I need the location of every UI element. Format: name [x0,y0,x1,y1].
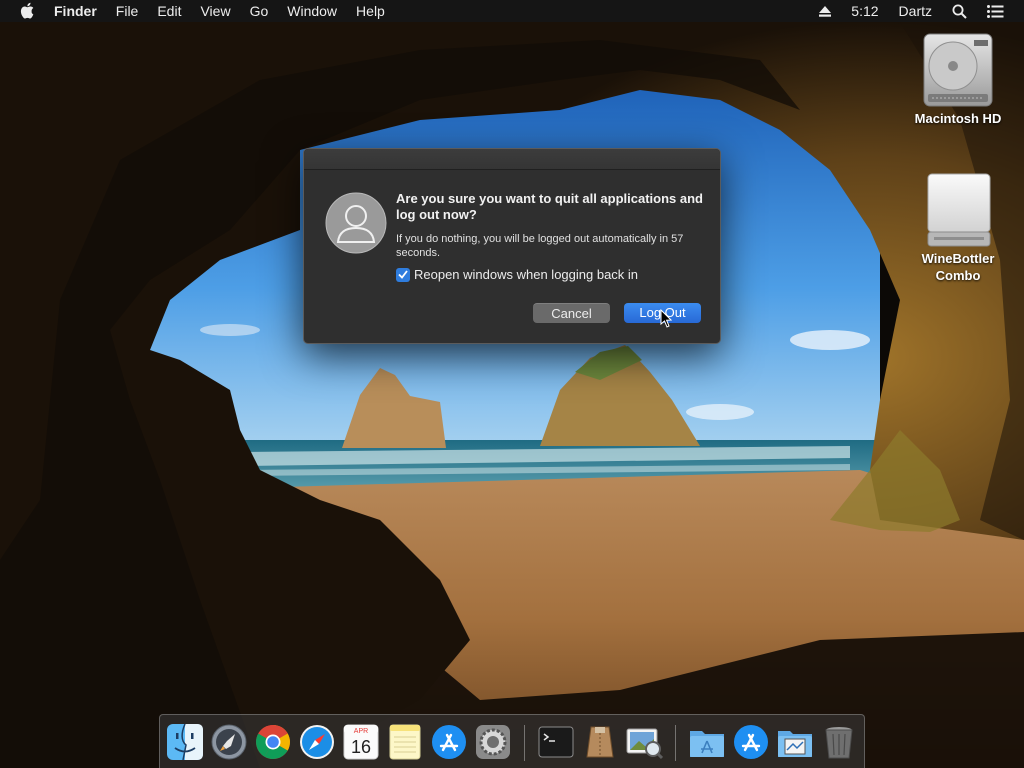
menu-file[interactable]: File [116,0,139,22]
finder-icon [167,723,203,761]
mouse-pointer-icon [660,308,673,328]
eject-icon[interactable] [819,5,832,17]
user-avatar-icon [325,192,387,254]
reopen-windows-option[interactable]: Reopen windows when logging back in [396,267,638,282]
external-drive-icon [903,172,1013,250]
dialog-title: Are you sure you want to quit all applic… [396,191,703,222]
system-preferences-icon [476,725,510,759]
menu-user[interactable]: Dartz [899,0,932,22]
dock-trash[interactable] [820,723,858,761]
apple-icon[interactable] [20,2,38,20]
calendar-day: 16 [351,737,371,757]
launchpad-icon [211,724,247,760]
calendar-month: APR [354,728,368,735]
dock-archive-utility[interactable] [581,723,619,761]
desktop-wallpaper [0,0,1024,768]
dialog-titlebar[interactable] [304,149,720,170]
hard-drive-icon [903,32,1013,110]
dock-app-store-2[interactable] [732,723,770,761]
list-icon[interactable] [987,4,1004,18]
dock-preview[interactable] [625,723,663,761]
dialog-info-text: If you do nothing, you will be logged ou… [396,233,684,259]
menu-clock[interactable]: 5:12 [851,0,878,22]
desktop-icon-winebottler-combo[interactable]: WineBottler Combo [903,172,1013,284]
checkbox-label: Reopen windows when logging back in [414,267,639,282]
dock-terminal[interactable] [537,723,575,761]
dock-separator [524,725,525,761]
dock-finder[interactable] [166,723,204,761]
preview-icon [626,728,663,760]
app-store-icon [734,725,768,759]
desktop-icon-macintosh-hd[interactable]: Macintosh HD [903,32,1013,127]
dock-app-store[interactable] [430,723,468,761]
dock-calendar[interactable]: APR 16 [342,723,380,761]
menu-finder[interactable]: Finder [54,0,97,22]
safari-icon [300,725,334,759]
dock-launchpad[interactable] [210,723,248,761]
archive-utility-icon [586,726,614,758]
dock-chrome[interactable] [254,723,292,761]
menu-bar-status-area: 5:12 Dartz [819,0,1024,22]
dock-applications-folder[interactable] [688,723,726,761]
menu-window[interactable]: Window [287,0,337,22]
menu-edit[interactable]: Edit [157,0,181,22]
dock-notes[interactable] [386,723,424,761]
menu-bar: Finder File Edit View Go Window Help 5:1… [0,0,1024,22]
dock-downloads-folder[interactable] [776,723,814,761]
trash-icon [825,727,853,759]
notes-icon [389,724,421,760]
reopen-windows-checkbox[interactable] [396,267,410,282]
dock-system-preferences[interactable] [474,723,512,761]
menu-help[interactable]: Help [356,0,385,22]
desktop-icon-label: Macintosh HD [914,111,1002,126]
app-store-icon [432,725,466,759]
menu-view[interactable]: View [200,0,230,22]
search-icon[interactable] [952,4,967,19]
logout-dialog: Are you sure you want to quit all applic… [303,148,721,344]
desktop-icon-label: WineBottler Combo [921,251,995,283]
applications-folder-icon [690,731,724,757]
chrome-icon [256,725,290,759]
calendar-icon: APR 16 [343,724,379,760]
cancel-button[interactable]: Cancel [533,303,610,323]
downloads-folder-icon [778,731,812,757]
dock: APR 16 [159,714,865,768]
terminal-icon [538,726,574,758]
menu-go[interactable]: Go [250,0,269,22]
dock-safari[interactable] [298,723,336,761]
dock-separator [675,725,676,761]
